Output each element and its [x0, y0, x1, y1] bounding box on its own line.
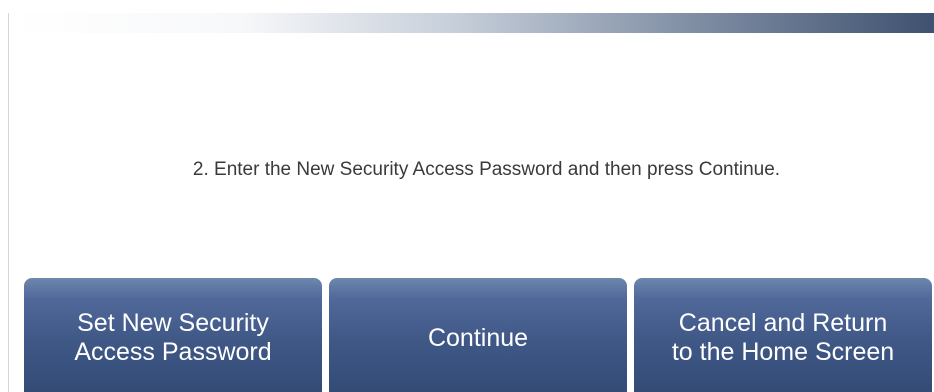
continue-label: Continue [427, 323, 529, 352]
set-new-password-button[interactable]: Set New Security Access Password [24, 278, 322, 392]
message-area: 2. Enter the New Security Access Passwor… [9, 33, 934, 278]
cancel-return-home-button[interactable]: Cancel and Return to the Home Screen [634, 278, 932, 392]
continue-button[interactable]: Continue [329, 278, 627, 392]
screen: 2. Enter the New Security Access Passwor… [9, 13, 934, 392]
instruction-text: 2. Enter the New Security Access Passwor… [192, 159, 781, 180]
header-bar [9, 13, 934, 33]
set-new-password-label: Set New Security Access Password [74, 309, 272, 366]
cancel-return-home-label: Cancel and Return to the Home Screen [671, 309, 895, 366]
